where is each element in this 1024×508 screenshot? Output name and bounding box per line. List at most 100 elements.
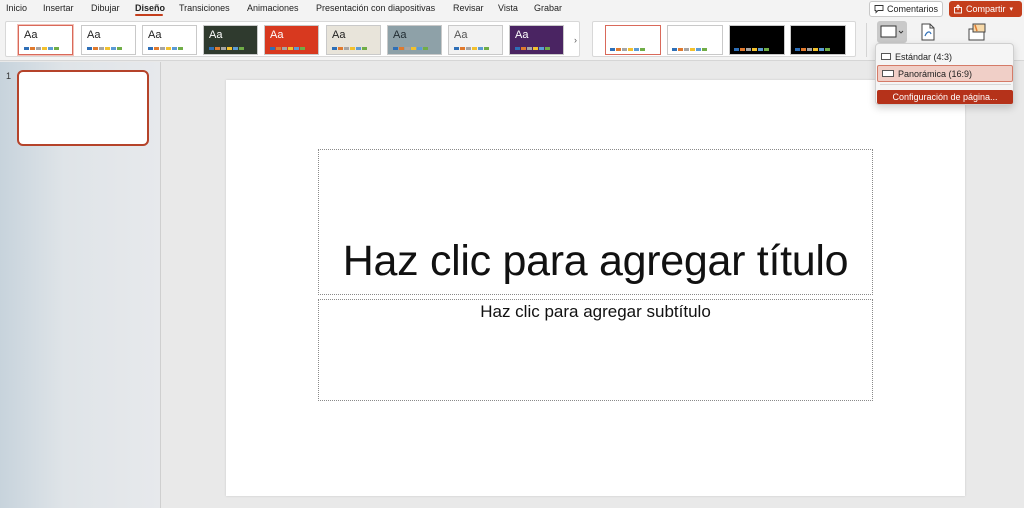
color-swatch <box>148 47 153 50</box>
color-swatches <box>515 47 550 50</box>
designer-icon[interactable] <box>966 21 988 43</box>
color-swatch <box>344 47 349 50</box>
color-swatch <box>270 47 275 50</box>
theme-thumbnail[interactable]: Aa <box>203 25 258 55</box>
color-swatch <box>819 48 824 51</box>
color-swatch <box>393 47 398 50</box>
themes-gallery: Aa Aa Aa Aa Aa Aa Aa Aa Aa › <box>5 21 580 57</box>
color-swatch <box>678 48 683 51</box>
ribbon-separator <box>866 23 867 57</box>
slide-size-button[interactable] <box>877 21 907 43</box>
share-button[interactable]: Compartir ▾ <box>949 1 1022 17</box>
tab-dibujar[interactable]: Dibujar <box>91 3 120 13</box>
color-swatches <box>393 47 428 50</box>
color-swatch <box>36 47 41 50</box>
color-swatch <box>472 47 477 50</box>
tab-revisar[interactable]: Revisar <box>453 3 484 13</box>
theme-label: Aa <box>24 29 38 41</box>
slide-thumbnail[interactable] <box>17 70 149 146</box>
color-swatch <box>466 47 471 50</box>
color-swatch <box>622 48 627 51</box>
color-swatch <box>105 47 110 50</box>
color-swatch <box>160 47 165 50</box>
color-swatch <box>411 47 416 50</box>
color-swatch <box>42 47 47 50</box>
color-swatch <box>684 48 689 51</box>
color-swatch <box>332 47 337 50</box>
color-swatch <box>99 47 104 50</box>
color-swatch <box>696 48 701 51</box>
slide-thumbnails-panel: 1 <box>0 62 160 508</box>
color-swatch <box>417 47 422 50</box>
menu-item-label: Configuración de página... <box>892 92 998 102</box>
color-swatch <box>484 47 489 50</box>
format-background-icon[interactable] <box>918 22 938 42</box>
theme-thumbnail[interactable]: Aa <box>326 25 381 55</box>
slide-size-icon <box>880 25 904 38</box>
color-swatch <box>702 48 707 51</box>
theme-label: Aa <box>332 29 346 41</box>
color-swatch <box>111 47 116 50</box>
color-swatch <box>227 47 232 50</box>
color-swatch <box>521 47 526 50</box>
color-swatch <box>752 48 757 51</box>
color-swatches <box>332 47 367 50</box>
share-icon <box>954 4 962 14</box>
color-swatches <box>270 47 305 50</box>
theme-thumbnail[interactable]: Aa <box>142 25 197 55</box>
color-swatch <box>30 47 35 50</box>
color-swatch <box>87 47 92 50</box>
color-swatch <box>405 47 410 50</box>
menu-item-page-setup[interactable]: Configuración de página... <box>877 90 1013 104</box>
color-swatch <box>616 48 621 51</box>
theme-thumbnail[interactable]: Aa <box>509 25 564 55</box>
tab-diseno[interactable]: Diseño <box>135 3 165 13</box>
color-swatch <box>539 47 544 50</box>
theme-thumbnail[interactable]: Aa <box>448 25 503 55</box>
slide-number: 1 <box>6 71 12 81</box>
tab-vista[interactable]: Vista <box>498 3 518 13</box>
tab-insertar[interactable]: Insertar <box>43 3 74 13</box>
tab-animaciones[interactable]: Animaciones <box>247 3 299 13</box>
color-swatch <box>172 47 177 50</box>
theme-thumbnail[interactable]: Aa <box>18 25 73 55</box>
comments-label: Comentarios <box>887 4 939 14</box>
menu-item-standard[interactable]: Estándar (4:3) <box>877 48 1013 65</box>
variant-thumbnail[interactable] <box>729 25 785 55</box>
menu-item-label: Estándar (4:3) <box>895 51 953 62</box>
color-swatch <box>813 48 818 51</box>
menu-divider <box>880 84 1011 85</box>
color-swatch <box>93 47 98 50</box>
color-swatches <box>24 47 59 50</box>
color-swatch <box>825 48 830 51</box>
tab-presentacion[interactable]: Presentación con diapositivas <box>316 3 435 13</box>
color-swatch <box>282 47 287 50</box>
comments-button[interactable]: Comentarios <box>869 1 943 17</box>
variant-thumbnail[interactable] <box>790 25 846 55</box>
tab-transiciones[interactable]: Transiciones <box>179 3 230 13</box>
tab-inicio[interactable]: Inicio <box>6 3 27 13</box>
theme-label: Aa <box>209 29 223 41</box>
theme-thumbnail[interactable]: Aa <box>387 25 442 55</box>
title-placeholder-text: Haz clic para agregar título <box>342 237 849 285</box>
slide-canvas[interactable]: Haz clic para agregar título Haz clic pa… <box>226 80 965 496</box>
color-swatch <box>515 47 520 50</box>
variant-thumbnail[interactable] <box>605 25 661 55</box>
color-swatch <box>478 47 483 50</box>
tab-grabar[interactable]: Grabar <box>534 3 562 13</box>
theme-thumbnail[interactable]: Aa <box>264 25 319 55</box>
variants-gallery <box>592 21 856 57</box>
variant-thumbnail[interactable] <box>667 25 723 55</box>
theme-thumbnail[interactable]: Aa <box>81 25 136 55</box>
subtitle-placeholder[interactable]: Haz clic para agregar subtítulo <box>318 299 873 401</box>
ratio-16-9-icon <box>882 70 894 77</box>
color-swatches <box>795 48 830 51</box>
color-swatch <box>734 48 739 51</box>
color-swatch <box>356 47 361 50</box>
color-swatch <box>640 48 645 51</box>
title-placeholder[interactable]: Haz clic para agregar título <box>318 149 873 295</box>
color-swatches <box>148 47 183 50</box>
chevron-right-icon[interactable]: › <box>574 35 577 45</box>
panel-divider[interactable] <box>160 62 161 508</box>
menu-item-widescreen[interactable]: Panorámica (16:9) <box>877 65 1013 82</box>
